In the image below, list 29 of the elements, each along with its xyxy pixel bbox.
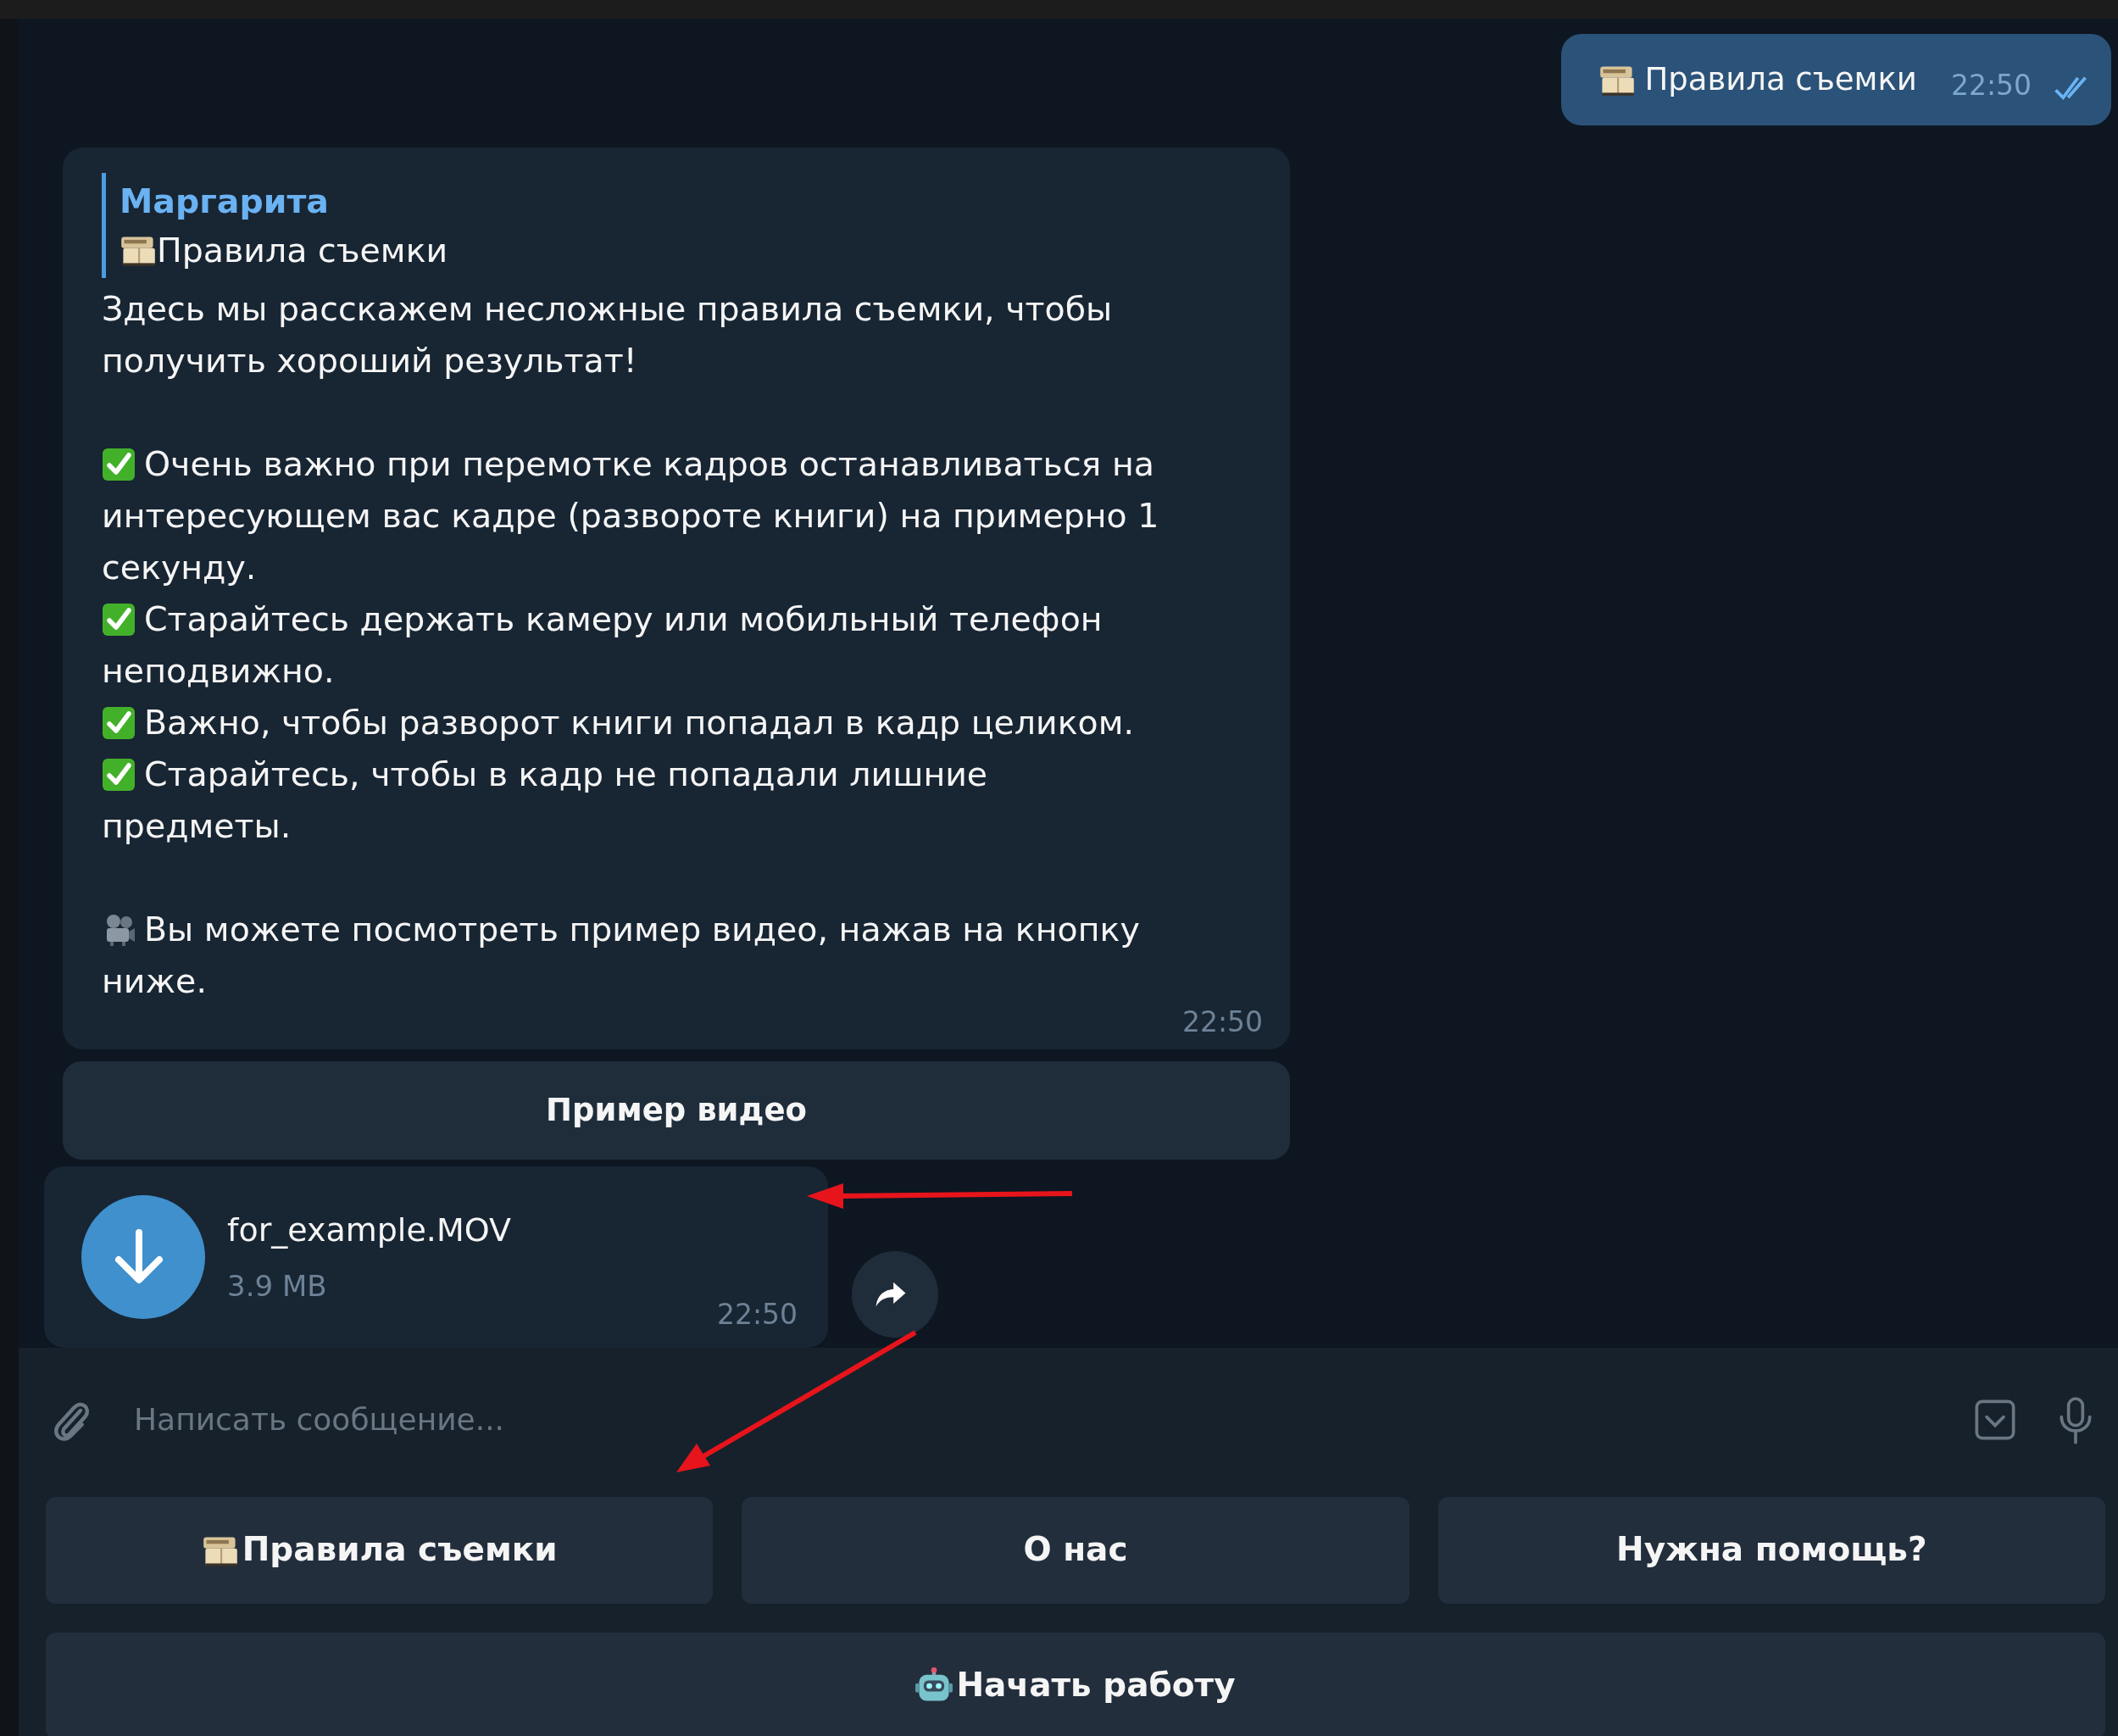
check-icon	[102, 602, 136, 637]
keyboard-button[interactable]: Начать работу	[46, 1632, 2105, 1736]
check-icon	[102, 757, 136, 792]
keyboard-button[interactable]: Нужна помощь?	[1437, 1496, 2105, 1604]
message-time: 22:50	[1950, 68, 2032, 103]
check-icon	[102, 705, 136, 740]
keyboard-button[interactable]: Правила съемки	[46, 1496, 714, 1604]
keyboard-button[interactable]: О нас	[742, 1496, 1409, 1604]
message-composer[interactable]: Написать сообщение...	[19, 1347, 2118, 1492]
message-text: Правила съемки	[1598, 56, 1917, 103]
inline-button[interactable]: Пример видео	[63, 1060, 1290, 1160]
message-text: Старайтесь держать камеру или мобильный телефон неподвижно.	[102, 598, 1103, 692]
message-time: 22:50	[716, 1297, 798, 1333]
keyboard-toggle-icon[interactable]	[1974, 1398, 2016, 1441]
microphone-icon[interactable]	[2059, 1394, 2093, 1444]
message-text: Старайтесь, чтобы в кадр не попадали лишние предметы.	[102, 753, 989, 847]
file-name: for_example.MOV	[227, 1210, 511, 1250]
arrow-down-icon	[114, 1228, 164, 1285]
message-time: 22:50	[1181, 1006, 1263, 1038]
share-arrow-icon	[875, 1280, 907, 1308]
message-input[interactable]: Написать сообщение...	[132, 1395, 1940, 1444]
message-text: Здесь мы расскажем несложные правила съемки, чтобы получить хороший результат!	[102, 287, 1114, 381]
message-text: Вы можете посмотреть пример видео, нажав на кнопку ниже.	[102, 908, 1141, 1002]
check-icon	[102, 447, 136, 481]
reply-author: Маргарита	[120, 180, 331, 222]
file-size: 3.9 MB	[227, 1267, 328, 1305]
message-text: Важно, чтобы разворот книги попадал в кадр целиком.	[102, 696, 1181, 748]
reply-text: Правила съемки	[120, 225, 1181, 275]
message-text: Очень важно при перемотке кадров останавливаться на интересующем вас кадре (развороте книги) на примерно 1 секунду.	[102, 442, 1160, 588]
